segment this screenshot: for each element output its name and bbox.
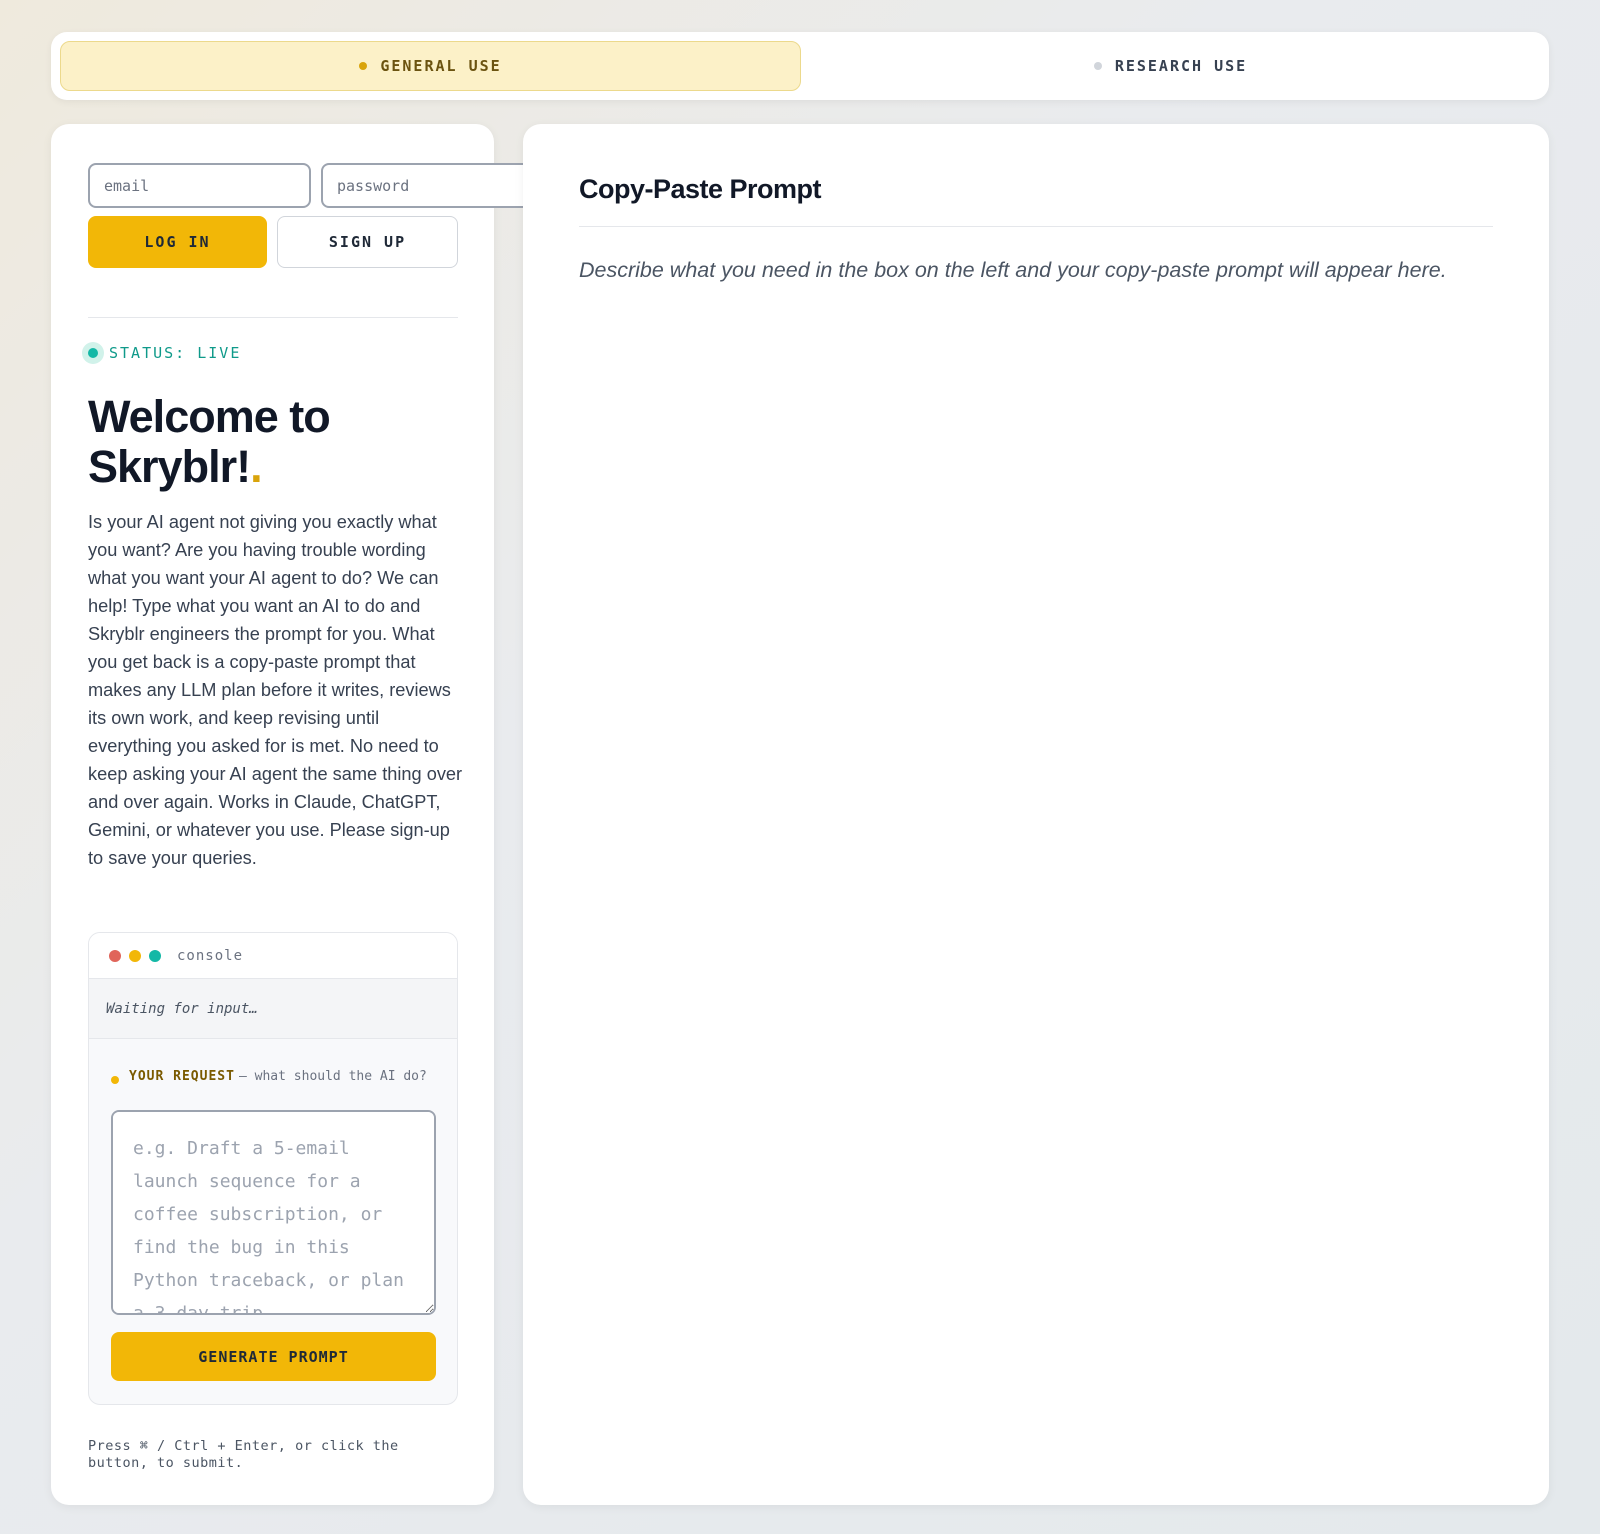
request-label-text: YOUR REQUEST <box>129 1069 235 1084</box>
status-text: STATUS: LIVE <box>109 344 242 362</box>
intro-text: Is your AI agent not giving you exactly … <box>88 512 463 868</box>
status-indicator: STATUS: LIVE <box>82 342 241 364</box>
yellow-dot-icon <box>129 949 141 962</box>
submit-help-text: Press ⌘ / Ctrl + Enter, or click the but… <box>88 1438 399 1471</box>
output-panel: Copy-Paste Prompt Describe what you need… <box>523 124 1549 1505</box>
console-status: Waiting for input… <box>89 979 457 1039</box>
request-input[interactable] <box>111 1110 436 1315</box>
active-dot-icon <box>359 62 368 70</box>
generate-prompt-button[interactable]: GENERATE PROMPT <box>111 1332 436 1381</box>
request-label: YOUR REQUEST — what should the AI do? <box>111 1068 441 1085</box>
welcome-title: Welcome to Skryblr! <box>88 391 331 492</box>
output-divider <box>579 226 1493 227</box>
console-label: console <box>177 947 244 964</box>
welcome-accent-dot: . <box>250 441 262 492</box>
tab-label: GENERAL USE <box>380 57 502 75</box>
login-button[interactable]: LOG IN <box>88 216 267 268</box>
tab-general-use[interactable]: GENERAL USE <box>60 41 801 91</box>
red-dot-icon <box>109 949 121 962</box>
tab-label: RESEARCH USE <box>1114 57 1248 75</box>
email-field[interactable] <box>88 163 311 208</box>
input-panel: LOG IN SIGN UP STATUS: LIVE Welcome to S… <box>51 124 544 1505</box>
output-title: Copy-Paste Prompt <box>579 174 822 204</box>
tab-research-use[interactable]: RESEARCH USE <box>801 41 1540 91</box>
console-panel: console Waiting for input… YOUR REQUEST … <box>88 932 458 1405</box>
password-field[interactable] <box>321 163 544 208</box>
welcome-heading: Welcome to Skryblr!. <box>88 392 468 492</box>
signup-button[interactable]: SIGN UP <box>277 216 458 268</box>
green-dot-icon <box>149 949 161 962</box>
auth-fields <box>88 163 544 208</box>
request-dot-icon <box>111 1076 119 1084</box>
divider <box>88 317 458 318</box>
auth-buttons: LOG IN SIGN UP <box>88 216 458 268</box>
output-placeholder: Describe what you need in the box on the… <box>579 258 1447 282</box>
request-hint: — what should the AI do? <box>239 1069 427 1084</box>
console-header: console <box>89 933 457 979</box>
inactive-dot-icon <box>1093 62 1102 70</box>
mode-tab-bar: GENERAL USE RESEARCH USE <box>51 32 1549 100</box>
live-status-icon <box>82 342 104 364</box>
